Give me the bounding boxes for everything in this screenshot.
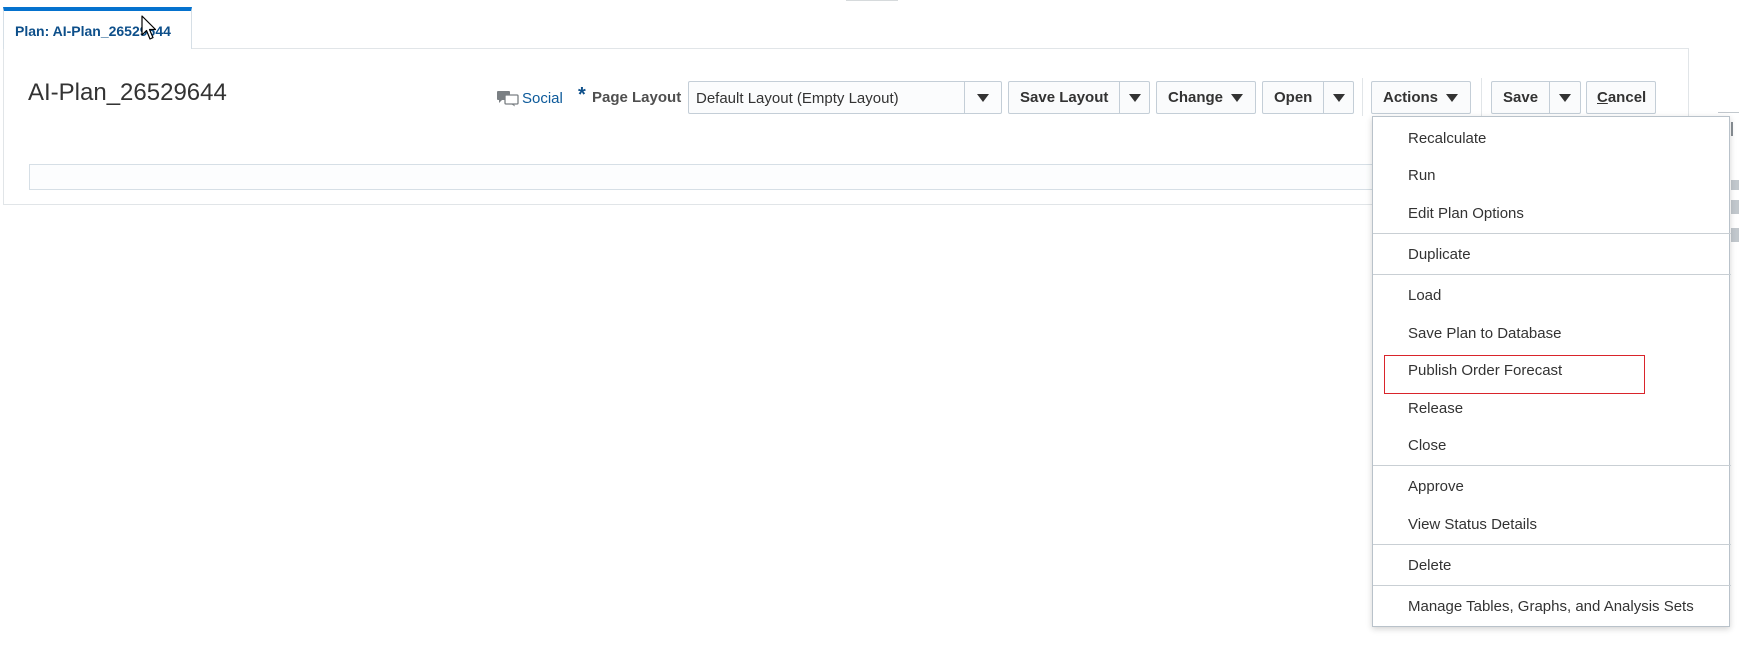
social-link[interactable]: Social xyxy=(496,88,563,108)
open-dropdown[interactable] xyxy=(1323,82,1353,113)
cancel-button[interactable]: Cancel xyxy=(1586,81,1656,114)
open-label: Open xyxy=(1274,89,1313,106)
menu-item-duplicate[interactable]: Duplicate xyxy=(1408,246,1471,263)
page-layout-label: Page Layout xyxy=(592,89,682,106)
menu-item-run[interactable]: Run xyxy=(1408,167,1436,184)
cancel-label: Cancel xyxy=(1587,89,1656,106)
menu-item-manage-tables-graphs-analysis-sets[interactable]: Manage Tables, Graphs, and Analysis Sets xyxy=(1408,598,1694,615)
save-layout-dropdown[interactable] xyxy=(1119,82,1149,113)
caret-down-icon xyxy=(1559,93,1572,102)
top-divider xyxy=(846,0,898,1)
menu-item-delete[interactable]: Delete xyxy=(1408,557,1451,574)
tab-plan[interactable]: Plan: AI-Plan_26529644 xyxy=(3,7,192,49)
menu-separator xyxy=(1373,233,1731,234)
toolbar-separator xyxy=(1481,78,1482,116)
change-button[interactable]: Change xyxy=(1156,81,1256,114)
social-label: Social xyxy=(522,89,563,107)
menu-item-load[interactable]: Load xyxy=(1408,287,1441,304)
toolbar-separator xyxy=(1362,78,1363,116)
menu-separator xyxy=(1373,274,1731,275)
caret-down-icon xyxy=(1231,93,1244,102)
edge-fragment xyxy=(1731,228,1739,242)
menu-separator xyxy=(1373,585,1731,586)
actions-label: Actions xyxy=(1383,89,1439,106)
menu-item-approve[interactable]: Approve xyxy=(1408,478,1464,495)
page-title: AI-Plan_26529644 xyxy=(28,79,227,106)
menu-item-save-plan-to-database[interactable]: Save Plan to Database xyxy=(1408,325,1561,342)
menu-item-view-status-details[interactable]: View Status Details xyxy=(1408,516,1537,533)
save-layout-label: Save Layout xyxy=(1020,89,1109,106)
edge-fragment xyxy=(1731,122,1733,136)
cancel-label-rest: ancel xyxy=(1607,89,1647,106)
menu-item-close[interactable]: Close xyxy=(1408,437,1446,454)
open-button[interactable]: Open xyxy=(1262,81,1354,114)
edge-fragment xyxy=(1718,112,1739,113)
content-region xyxy=(29,164,1374,190)
social-chat-icon xyxy=(497,91,519,107)
page-layout-select[interactable]: Default Layout (Empty Layout) xyxy=(688,81,1002,114)
caret-down-icon xyxy=(977,93,989,102)
page-layout-value: Default Layout (Empty Layout) xyxy=(696,90,899,107)
caret-down-icon xyxy=(1128,93,1141,102)
save-dropdown[interactable] xyxy=(1549,82,1580,113)
menu-item-recalculate[interactable]: Recalculate xyxy=(1408,130,1486,147)
save-label: Save xyxy=(1503,89,1539,106)
caret-down-icon xyxy=(1332,93,1345,102)
actions-button[interactable]: Actions xyxy=(1371,81,1471,114)
page-layout-dropdown-button[interactable] xyxy=(964,82,1001,113)
menu-item-publish-order-forecast[interactable]: Publish Order Forecast xyxy=(1408,362,1562,379)
actions-menu: Recalculate Run Edit Plan Options Duplic… xyxy=(1372,116,1731,627)
menu-separator xyxy=(1373,465,1731,466)
cancel-mnemonic: C xyxy=(1597,89,1608,106)
change-label: Change xyxy=(1168,89,1224,106)
menu-item-edit-plan-options[interactable]: Edit Plan Options xyxy=(1408,205,1524,222)
save-button[interactable]: Save xyxy=(1491,81,1581,114)
save-layout-button[interactable]: Save Layout xyxy=(1008,81,1150,114)
required-indicator: * xyxy=(578,84,586,106)
edge-fragment xyxy=(1731,180,1739,190)
mouse-cursor-icon xyxy=(141,15,157,40)
menu-separator xyxy=(1373,544,1731,545)
edge-fragment xyxy=(1731,200,1739,214)
caret-down-icon xyxy=(1446,93,1459,102)
menu-item-release[interactable]: Release xyxy=(1408,400,1463,417)
